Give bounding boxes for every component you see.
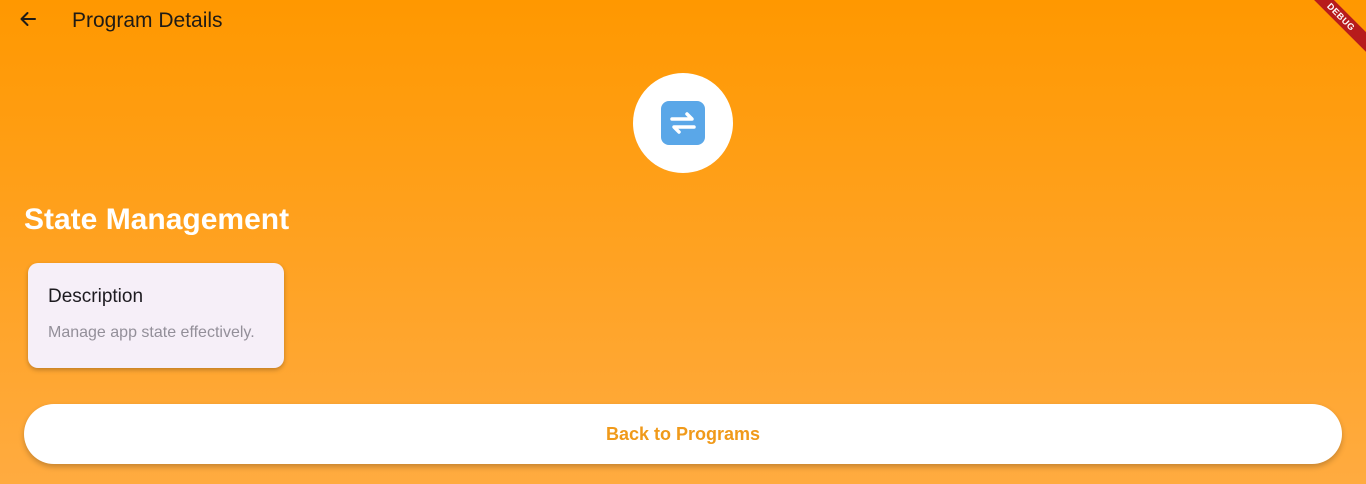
arrows-counterclockwise-icon xyxy=(661,101,705,145)
program-title: State Management xyxy=(24,203,290,236)
description-heading: Description xyxy=(48,286,144,307)
description-card: Description Manage app state effectively… xyxy=(28,263,284,368)
back-to-programs-label: Back to Programs xyxy=(605,423,761,444)
page-title: Program Details xyxy=(72,9,223,32)
back-button[interactable] xyxy=(14,7,42,35)
app-bar: Program Details xyxy=(0,0,1366,42)
arrow-left-icon xyxy=(18,9,38,34)
program-details-screen: Program Details DEBUG State Management D… xyxy=(0,0,1366,484)
program-avatar xyxy=(633,73,733,173)
back-to-programs-button[interactable]: Back to Programs xyxy=(24,404,1342,464)
description-text: Manage app state effectively. xyxy=(48,324,255,341)
